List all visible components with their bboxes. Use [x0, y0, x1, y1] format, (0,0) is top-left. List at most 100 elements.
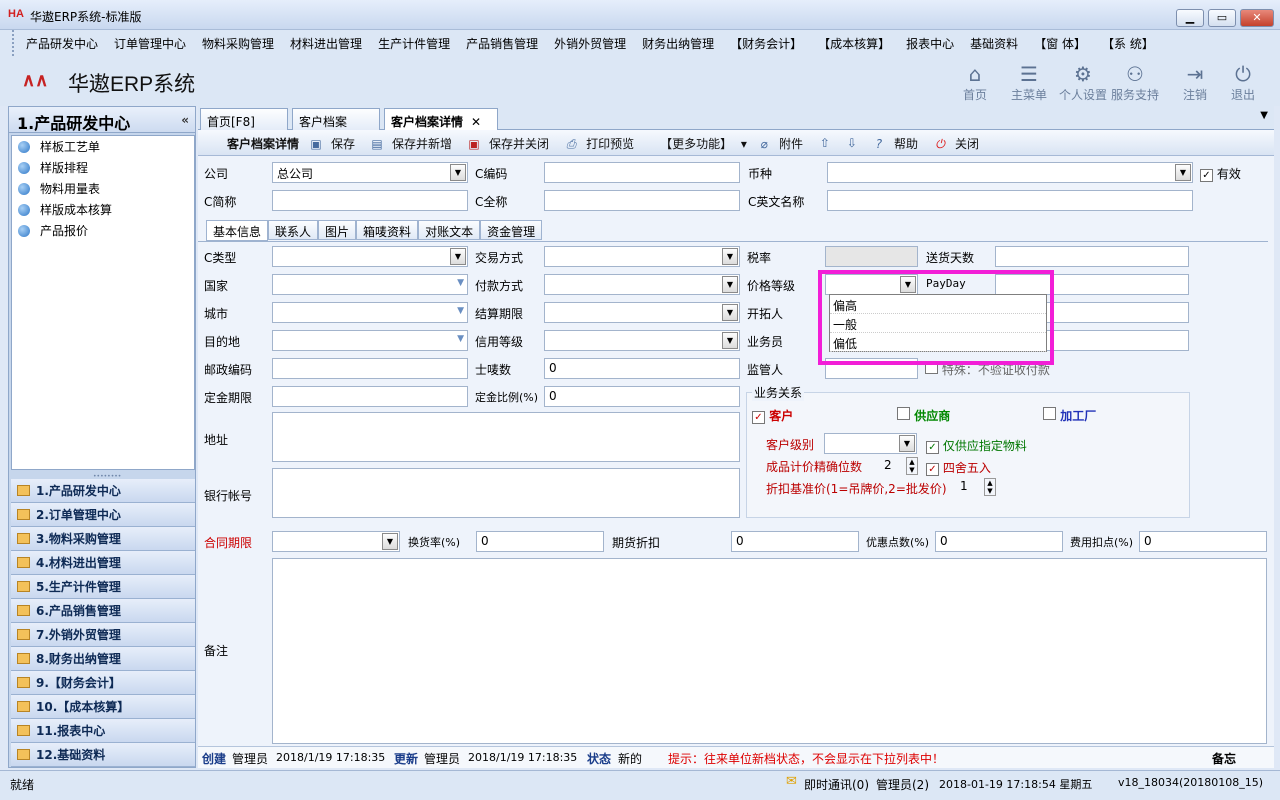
- customer-checkbox[interactable]: ✓ 客户: [752, 407, 793, 424]
- shimai-input[interactable]: 0: [544, 358, 740, 379]
- toolbar-button[interactable]: ⇥ 注销: [1168, 62, 1222, 104]
- menu-item[interactable]: 报表中心: [898, 35, 962, 52]
- menu-item[interactable]: 生产计件管理: [370, 35, 458, 52]
- delivery-days-input[interactable]: [995, 246, 1189, 267]
- up-button[interactable]: ⇧: [813, 136, 840, 150]
- sidebar-tree-item[interactable]: 物料用量表: [12, 178, 194, 199]
- futures-input[interactable]: 0: [731, 531, 859, 552]
- menu-item[interactable]: 基础资料: [962, 35, 1026, 52]
- only-supply-checkbox[interactable]: ✓ 仅供应指定物料: [926, 437, 1027, 454]
- ctype-select[interactable]: ▼: [272, 246, 468, 267]
- more-button[interactable]: 【更多功能】 ▾: [650, 135, 752, 152]
- sidebar-module[interactable]: 3.物料采购管理: [11, 527, 195, 551]
- dest-select[interactable]: ▼: [272, 330, 468, 351]
- toolbar-button[interactable]: ⌂ 首页: [948, 62, 1002, 104]
- save-new-button[interactable]: ▤ 保存并新增: [365, 135, 462, 152]
- sidebar-module[interactable]: 9.【财务会计】: [11, 671, 195, 695]
- sidebar-module[interactable]: 1.产品研发中心: [11, 479, 195, 503]
- remark-textarea[interactable]: [272, 558, 1267, 744]
- address-textarea[interactable]: [272, 412, 740, 462]
- settle-select[interactable]: ▼: [544, 302, 740, 323]
- help-button[interactable]: ? 帮助: [867, 135, 928, 152]
- trade-select[interactable]: ▼: [544, 246, 740, 267]
- deposit-period-input[interactable]: [272, 386, 468, 407]
- menu-item[interactable]: 订单管理中心: [106, 35, 194, 52]
- menu-item[interactable]: 【财务会计】: [722, 35, 810, 52]
- close-window-button[interactable]: ✕: [1240, 9, 1274, 27]
- collapse-icon[interactable]: «: [181, 113, 189, 127]
- sidebar-module[interactable]: 12.基础资料: [11, 743, 195, 767]
- sidebar-module[interactable]: 11.报表中心: [11, 719, 195, 743]
- menu-item[interactable]: 【系 统】: [1094, 35, 1162, 52]
- dropdown-option[interactable]: 一般: [830, 314, 1046, 333]
- toolbar-button[interactable]: ⚙ 个人设置: [1056, 62, 1110, 104]
- customer-level-select[interactable]: ▼: [824, 433, 917, 454]
- sidebar-module[interactable]: 6.产品销售管理: [11, 599, 195, 623]
- round-checkbox[interactable]: ✓ 四舍五入: [926, 459, 991, 476]
- deposit-ratio-input[interactable]: 0: [544, 386, 740, 407]
- inner-tab[interactable]: 联系人: [268, 220, 319, 240]
- city-select[interactable]: ▼: [272, 302, 468, 323]
- print-preview-button[interactable]: ⎙ 打印预览: [559, 135, 644, 152]
- save-button[interactable]: ▣ 保存: [304, 135, 365, 152]
- inner-tab[interactable]: 图片: [318, 220, 357, 240]
- fee-input[interactable]: 0: [1139, 531, 1267, 552]
- payment-select[interactable]: ▼: [544, 274, 740, 295]
- tab-customer-detail[interactable]: 客户档案详情 ✕: [384, 108, 498, 131]
- attach-button[interactable]: ⌀ 附件: [752, 135, 813, 152]
- sidebar-module[interactable]: 5.生产计件管理: [11, 575, 195, 599]
- country-select[interactable]: ▼: [272, 274, 468, 295]
- down-button[interactable]: ⇩: [840, 136, 867, 150]
- inner-tab[interactable]: 箱唛资料: [356, 220, 419, 240]
- sidebar-module[interactable]: 2.订单管理中心: [11, 503, 195, 527]
- sidebar-module[interactable]: 4.材料进出管理: [11, 551, 195, 575]
- tab-scroll-icon[interactable]: ▼: [1260, 110, 1268, 121]
- memo-button[interactable]: 备忘: [1212, 750, 1236, 767]
- currency-select[interactable]: ▼: [827, 162, 1193, 183]
- maximize-button[interactable]: ▭: [1208, 9, 1236, 27]
- menu-item[interactable]: 外销外贸管理: [546, 35, 634, 52]
- sidebar-tree-item[interactable]: 产品报价: [12, 220, 194, 241]
- precision-spinner[interactable]: 2 ▲ ▼: [876, 457, 918, 475]
- menu-item[interactable]: 【窗 体】: [1026, 35, 1094, 52]
- sidebar-module[interactable]: 10.【成本核算】: [11, 695, 195, 719]
- close-button[interactable]: ⏻ 关闭: [928, 135, 989, 152]
- inner-tab[interactable]: 对账文本: [418, 220, 481, 240]
- inner-tab[interactable]: 基本信息: [206, 220, 269, 241]
- toolbar-button[interactable]: ⏻ 退出: [1216, 62, 1270, 104]
- contract-select[interactable]: ▼: [272, 531, 400, 552]
- toolbar-button[interactable]: ☰ 主菜单: [1002, 62, 1056, 104]
- credit-select[interactable]: ▼: [544, 330, 740, 351]
- ccode-input[interactable]: [544, 162, 740, 183]
- menu-item[interactable]: 【成本核算】: [810, 35, 898, 52]
- menu-item[interactable]: 产品研发中心: [18, 35, 106, 52]
- sidebar-tree-item[interactable]: 样版成本核算: [12, 199, 194, 220]
- bank-textarea[interactable]: [272, 468, 740, 518]
- tab-home[interactable]: 首页[F8]: [200, 108, 288, 130]
- discount-spinner[interactable]: 1 ▲ ▼: [948, 478, 996, 496]
- zip-input[interactable]: [272, 358, 468, 379]
- cshort-input[interactable]: [272, 190, 468, 211]
- exchange-input[interactable]: 0: [476, 531, 604, 552]
- sidebar-module[interactable]: 8.财务出纳管理: [11, 647, 195, 671]
- sidebar-tree-item[interactable]: 样板工艺单: [12, 136, 194, 157]
- minimize-button[interactable]: ▁: [1176, 9, 1204, 27]
- sidebar-tree-item[interactable]: 样版排程: [12, 157, 194, 178]
- dropdown-option[interactable]: 偏高: [830, 295, 1046, 314]
- tax-input[interactable]: [825, 246, 918, 267]
- supplier-checkbox[interactable]: 供应商: [897, 407, 950, 424]
- dropdown-option[interactable]: 偏低: [830, 333, 1046, 352]
- save-close-button[interactable]: ▣ 保存并关闭: [462, 135, 559, 152]
- menu-item[interactable]: 产品销售管理: [458, 35, 546, 52]
- sidebar-module[interactable]: 7.外销外贸管理: [11, 623, 195, 647]
- inner-tab[interactable]: 资金管理: [480, 220, 543, 240]
- cfull-input[interactable]: [544, 190, 740, 211]
- factory-checkbox[interactable]: 加工厂: [1043, 407, 1096, 424]
- menu-item[interactable]: 材料进出管理: [282, 35, 370, 52]
- tab-customer-list[interactable]: 客户档案: [292, 108, 380, 130]
- company-select[interactable]: 总公司 ▼: [272, 162, 468, 183]
- cen-input[interactable]: [827, 190, 1193, 211]
- toolbar-button[interactable]: ⚇ 服务支持: [1108, 62, 1162, 104]
- close-tab-icon[interactable]: ✕: [471, 115, 481, 129]
- menu-item[interactable]: 财务出纳管理: [634, 35, 722, 52]
